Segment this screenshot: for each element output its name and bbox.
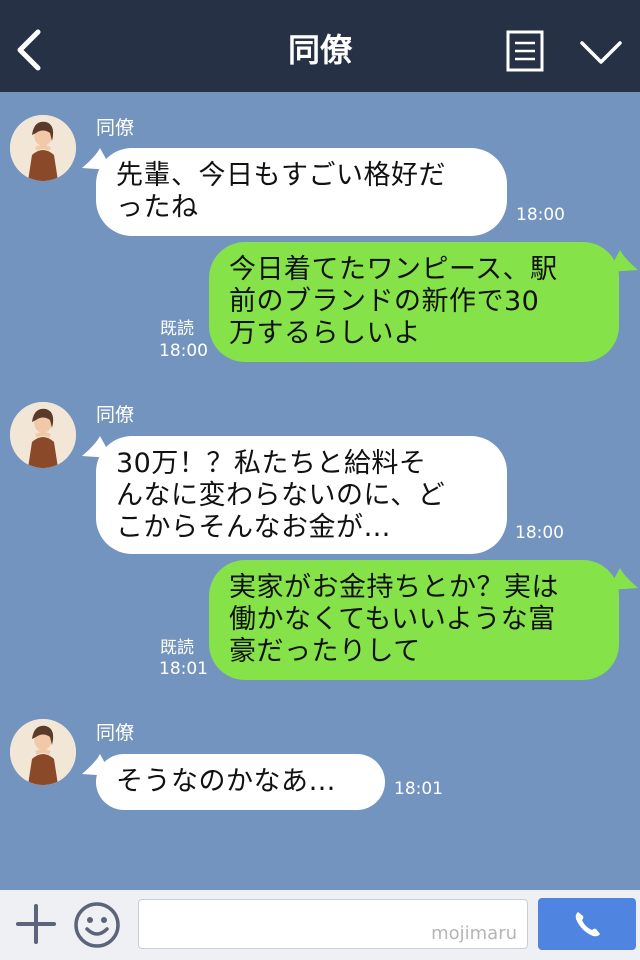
avatar-picture-icon	[10, 719, 76, 785]
message-time: 18:00	[516, 205, 565, 225]
avatar-picture-icon	[10, 402, 76, 468]
input-bar: mojimaru	[0, 890, 640, 960]
call-button[interactable]	[538, 898, 636, 950]
watermark-text: mojimaru	[431, 923, 517, 944]
menu-button[interactable]	[504, 28, 546, 74]
chevron-down-icon	[580, 41, 622, 64]
avatar[interactable]	[10, 719, 76, 785]
message-bubble[interactable]: そうなのかなあ…	[96, 754, 385, 810]
message-bubble[interactable]: 実家がお金持ちとか？実は 働かなくてもいいような富 豪だったりして	[209, 560, 619, 680]
avatar[interactable]	[10, 402, 76, 468]
smiley-icon	[74, 902, 120, 948]
message-time: 18:01	[394, 779, 443, 799]
plus-icon	[16, 904, 56, 944]
avatar-picture-icon	[10, 115, 76, 181]
chevron-left-icon	[17, 29, 41, 71]
message-bubble[interactable]: 30万！？私たちと給料そ んなに変わらないのに、ど こからそんなお金が…	[96, 436, 507, 554]
phone-icon	[575, 912, 600, 937]
read-receipt: 既読	[160, 319, 194, 339]
chat-header: 同僚	[0, 0, 640, 92]
sender-name: 同僚	[96, 404, 135, 426]
message-bubble[interactable]: 今日着てたワンピース、駅 前のブランドの新作で30 万するらしいよ	[209, 242, 619, 362]
sender-name: 同僚	[96, 722, 135, 744]
sender-name: 同僚	[96, 117, 135, 139]
avatar[interactable]	[10, 115, 76, 181]
message-time: 18:00	[159, 341, 208, 361]
message-bubble[interactable]: 先輩、今日もすごい格好だ ったね	[96, 148, 507, 236]
read-receipt: 既読	[160, 638, 194, 658]
message-time: 18:01	[159, 659, 208, 679]
back-button[interactable]	[12, 28, 48, 72]
add-button[interactable]	[14, 902, 58, 946]
message-time: 18:00	[515, 523, 564, 543]
chat-area[interactable]: 同僚 先輩、今日もすごい格好だ ったね 18:00 今日着てたワンピース、駅 前…	[0, 92, 640, 890]
notes-menu-icon	[506, 30, 544, 72]
message-input[interactable]: mojimaru	[138, 899, 528, 949]
dropdown-button[interactable]	[576, 34, 626, 70]
emoji-button[interactable]	[72, 900, 122, 950]
